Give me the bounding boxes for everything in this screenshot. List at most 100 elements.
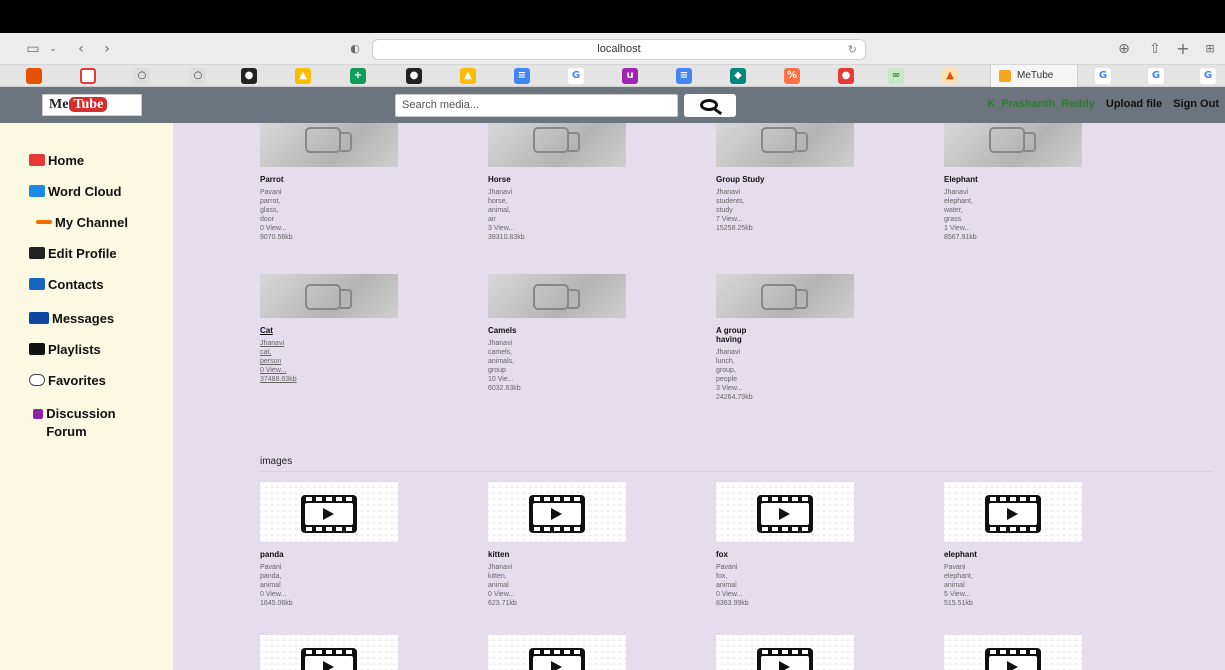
google-icon[interactable]: G	[568, 68, 584, 84]
tab-favicon-icon[interactable]: ○	[134, 68, 150, 84]
sidebar-item-home[interactable]: Home	[29, 153, 84, 168]
media-title[interactable]: Cat	[260, 326, 310, 335]
sidebar-item-contacts[interactable]: Contacts	[29, 277, 104, 292]
tab-overview-icon[interactable]: ⊞	[1201, 40, 1219, 58]
video-thumbnail[interactable]	[944, 123, 1082, 167]
sheets-icon[interactable]: +	[350, 68, 366, 84]
google-icon[interactable]: G	[1200, 68, 1216, 84]
media-card[interactable]: A group having Jhanavi lunch, group, peo…	[716, 274, 856, 402]
media-title[interactable]: fox	[716, 550, 766, 559]
media-card[interactable]: elephant Pavani elephant, animal 5 View.…	[944, 482, 1084, 608]
forward-icon[interactable]: ›	[98, 40, 116, 58]
media-card[interactable]	[488, 635, 628, 670]
drive-icon[interactable]: ▲	[460, 68, 476, 84]
privacy-shield-icon[interactable]: ◐	[346, 40, 364, 58]
sidebar: Home Word Cloud My Channel Edit Profile …	[0, 123, 173, 670]
media-title[interactable]: panda	[260, 550, 310, 559]
media-card[interactable]	[716, 635, 856, 670]
docs-icon[interactable]: ≡	[676, 68, 692, 84]
image-thumbnail[interactable]	[488, 482, 626, 542]
media-card[interactable]	[260, 635, 400, 670]
sidebar-item-messages[interactable]: Messages	[29, 311, 114, 326]
upload-file-link[interactable]: Upload file	[1106, 98, 1162, 110]
tab-favicon-icon[interactable]: ▲	[942, 68, 958, 84]
tab-favicon-icon[interactable]: ●	[838, 68, 854, 84]
media-tag: animal,	[488, 207, 511, 214]
tab-favicon-icon[interactable]: u	[622, 68, 638, 84]
image-thumbnail[interactable]	[944, 635, 1082, 670]
sidebar-item-label: Messages	[52, 311, 115, 326]
media-title[interactable]: A group having	[716, 326, 766, 344]
media-title[interactable]: Parrot	[260, 175, 310, 184]
sidebar-toggle-icon[interactable]: ▭	[24, 40, 42, 58]
image-thumbnail[interactable]	[716, 482, 854, 542]
video-thumbnail[interactable]	[716, 274, 854, 318]
home-icon	[29, 154, 45, 166]
media-card[interactable]: Elephant Jhanavi elephant, water, grass …	[944, 123, 1084, 242]
media-card[interactable]: Group Study Jhanavi students, study 7 Vi…	[716, 123, 856, 233]
image-thumbnail[interactable]	[260, 635, 398, 670]
media-card[interactable]	[944, 635, 1084, 670]
media-card[interactable]: panda Pavani panda, animal 0 View... 164…	[260, 482, 400, 608]
sidebar-item-playlists[interactable]: Playlists	[29, 342, 101, 357]
tab-favicon-icon[interactable]: %	[784, 68, 800, 84]
reload-icon[interactable]: ↻	[848, 40, 857, 59]
media-size: 515.51kb	[944, 600, 973, 607]
media-card[interactable]: Horse Jhanavi horse, animal, air 3 View.…	[488, 123, 628, 242]
chevron-down-icon[interactable]: ⌄	[44, 40, 62, 58]
sign-out-link[interactable]: Sign Out	[1173, 98, 1219, 110]
docs-icon[interactable]: ≡	[514, 68, 530, 84]
image-thumbnail[interactable]	[944, 482, 1082, 542]
sidebar-item-favorites[interactable]: Favorites	[29, 373, 106, 388]
media-card[interactable]: kitten Jhanavi kitten, animal 0 View... …	[488, 482, 628, 608]
image-thumbnail[interactable]	[260, 482, 398, 542]
username-link[interactable]: K_Prashanth_Reddy	[987, 98, 1095, 110]
media-card[interactable]: Cat Jhanavi cat, person 0 View... 37488.…	[260, 274, 400, 384]
sidebar-item-word-cloud[interactable]: Word Cloud	[29, 184, 121, 199]
google-icon[interactable]: G	[1095, 68, 1111, 84]
media-views: 0 View...	[260, 591, 287, 598]
image-thumbnail[interactable]	[716, 635, 854, 670]
messages-icon	[29, 312, 49, 324]
video-thumbnail[interactable]	[716, 123, 854, 167]
new-tab-icon[interactable]: +	[1174, 40, 1192, 58]
google-icon[interactable]: G	[1148, 68, 1164, 84]
address-bar[interactable]: localhost ↻	[372, 39, 866, 60]
media-title[interactable]: kitten	[488, 550, 538, 559]
media-title[interactable]: elephant	[944, 550, 994, 559]
tab-favicon-icon[interactable]	[80, 68, 96, 84]
tab-favicon-icon[interactable]: ○	[190, 68, 206, 84]
tab-favicon-icon[interactable]: ∞	[888, 68, 904, 84]
media-title[interactable]: Horse	[488, 175, 538, 184]
tab-metube[interactable]: MeTube	[990, 65, 1078, 87]
sidebar-item-my-channel[interactable]: My Channel	[36, 215, 128, 230]
media-tag: water,	[944, 207, 963, 214]
media-card[interactable]: fox Pavani fox, animal 0 View... 8363.99…	[716, 482, 856, 608]
video-thumbnail[interactable]	[260, 274, 398, 318]
sidebar-item-discussion-forum[interactable]: Discussion Forum	[33, 405, 143, 441]
sidebar-item-edit-profile[interactable]: Edit Profile	[29, 246, 117, 261]
media-title[interactable]: Camels	[488, 326, 538, 335]
drive-icon[interactable]: ▲	[295, 68, 311, 84]
video-thumbnail[interactable]	[488, 123, 626, 167]
back-icon[interactable]: ‹	[72, 40, 90, 58]
github-icon[interactable]: ●	[241, 68, 257, 84]
media-title[interactable]: Group Study	[716, 175, 766, 184]
tab-favicon-icon[interactable]: ◆	[730, 68, 746, 84]
image-thumbnail[interactable]	[488, 635, 626, 670]
video-thumbnail[interactable]	[260, 123, 398, 167]
media-size: 24264.79kb	[716, 394, 753, 401]
share-icon[interactable]: ⇧	[1146, 40, 1164, 58]
media-card[interactable]: Parrot Pavani parrot, glass, door 0 View…	[260, 123, 400, 242]
metube-logo[interactable]: Me Tube	[42, 94, 142, 116]
media-title[interactable]: Elephant	[944, 175, 994, 184]
search-input[interactable]: Search media...	[395, 94, 678, 117]
sidebar-item-label: Discussion Forum	[46, 406, 116, 439]
video-thumbnail[interactable]	[488, 274, 626, 318]
search-button[interactable]	[684, 94, 736, 117]
download-icon[interactable]: ⊕	[1115, 40, 1133, 58]
media-card[interactable]: Camels Jhanavi camels, animals, group 10…	[488, 274, 628, 393]
logo-tube: Tube	[69, 97, 108, 112]
tab-favicon-icon[interactable]	[26, 68, 42, 84]
github-icon[interactable]: ●	[406, 68, 422, 84]
